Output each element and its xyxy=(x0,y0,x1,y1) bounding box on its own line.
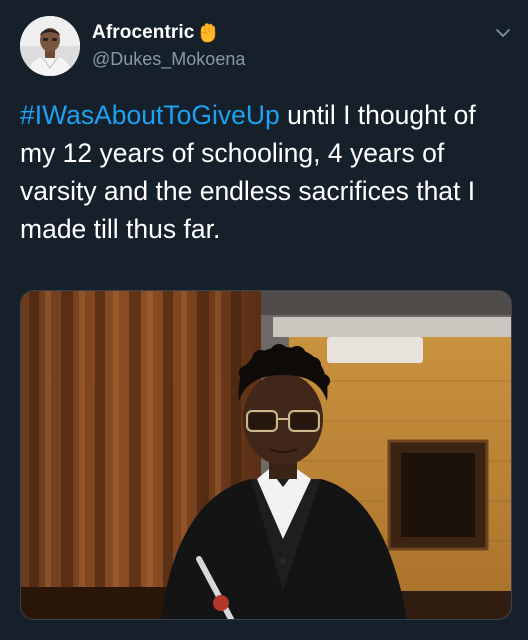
tweet-photo[interactable] xyxy=(20,290,512,620)
author-handle[interactable]: @Dukes_Mokoena xyxy=(92,49,245,70)
tweet-card: Afrocentric @Dukes_Mokoena #IWasAboutToG… xyxy=(0,0,528,640)
avatar[interactable] xyxy=(20,16,80,76)
chevron-down-icon[interactable] xyxy=(494,24,512,42)
tweet-text: #IWasAboutToGiveUp until I thought of my… xyxy=(20,96,510,248)
display-name[interactable]: Afrocentric xyxy=(92,22,194,44)
hashtag-link[interactable]: #IWasAboutToGiveUp xyxy=(20,100,280,130)
raised-fist-icon xyxy=(196,22,218,44)
author-name-row[interactable]: Afrocentric xyxy=(92,20,218,46)
